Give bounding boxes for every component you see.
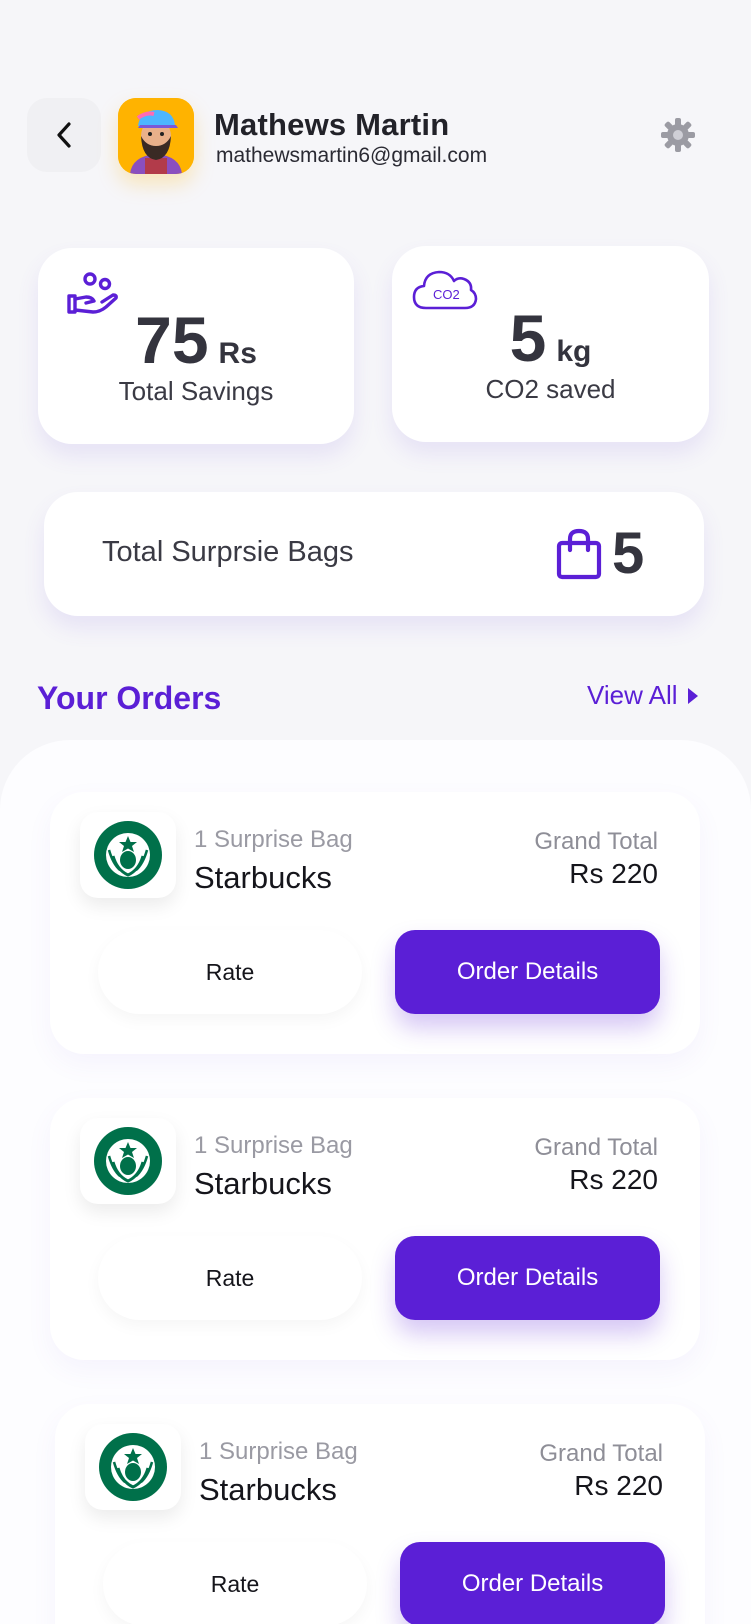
co2-saved-card: CO2 5 kg CO2 saved [392,246,709,442]
order-card: 1 Surprise Bag Starbucks Grand Total Rs … [50,792,700,1054]
user-name: Mathews Martin [214,107,450,142]
profile-header: Mathews Martin mathewsmartin6@gmail.com [0,0,751,220]
order-store-name: Starbucks [194,860,332,895]
savings-value: 75 [135,303,209,377]
order-card: 1 Surprise Bag Starbucks Grand Total Rs … [55,1404,705,1624]
view-all-link[interactable]: View All [587,680,698,711]
co2-unit: kg [556,335,592,368]
order-bag-count: 1 Surprise Bag [194,826,353,853]
user-email: mathewsmartin6@gmail.com [216,144,488,167]
total-surprise-bags-card: Total Surprsie Bags 5 [44,492,704,616]
triangle-right-icon [687,687,698,704]
orders-panel: 1 Surprise Bag Starbucks Grand Total Rs … [0,740,751,1624]
grand-total-label: Grand Total [534,828,658,855]
grand-total-value: Rs 220 [574,1470,663,1501]
grand-total-value: Rs 220 [569,858,658,889]
rate-button[interactable]: Rate [98,1236,362,1320]
store-logo [85,1424,181,1510]
shopping-bag-icon [556,528,602,580]
order-details-button[interactable]: Order Details [395,1236,660,1320]
chevron-left-icon [57,122,71,148]
grand-total-label: Grand Total [539,1440,663,1467]
view-all-label: View All [587,680,678,710]
bags-label: Total Surprsie Bags [102,536,354,568]
bags-count: 5 [612,521,645,586]
avatar-illustration [118,98,194,174]
savings-unit: Rs [218,337,257,370]
co2-label: CO2 saved [485,374,616,404]
order-details-button[interactable]: Order Details [395,930,660,1014]
order-bag-count: 1 Surprise Bag [194,1132,353,1159]
gear-icon [661,118,695,152]
starbucks-logo-icon [94,821,162,889]
order-store-name: Starbucks [194,1166,332,1201]
rate-button[interactable]: Rate [98,930,362,1014]
settings-button[interactable] [656,113,700,157]
order-bag-count: 1 Surprise Bag [199,1438,358,1465]
store-logo [80,812,176,898]
order-card: 1 Surprise Bag Starbucks Grand Total Rs … [50,1098,700,1360]
starbucks-logo-icon [94,1127,162,1195]
avatar[interactable] [118,98,194,174]
savings-value-row: 75 Rs [38,302,354,378]
order-store-name: Starbucks [199,1472,337,1507]
co2-value: 5 [509,301,547,375]
rate-button[interactable]: Rate [103,1542,367,1624]
store-logo [80,1118,176,1204]
grand-total-value: Rs 220 [569,1164,658,1195]
orders-title: Your Orders [37,680,222,716]
back-button[interactable] [27,98,101,172]
grand-total-label: Grand Total [534,1134,658,1161]
total-savings-card: 75 Rs Total Savings [38,248,354,444]
co2-value-row: 5 kg [392,300,709,376]
starbucks-logo-icon [99,1433,167,1501]
savings-label: Total Savings [118,376,274,406]
order-details-button[interactable]: Order Details [400,1542,665,1624]
